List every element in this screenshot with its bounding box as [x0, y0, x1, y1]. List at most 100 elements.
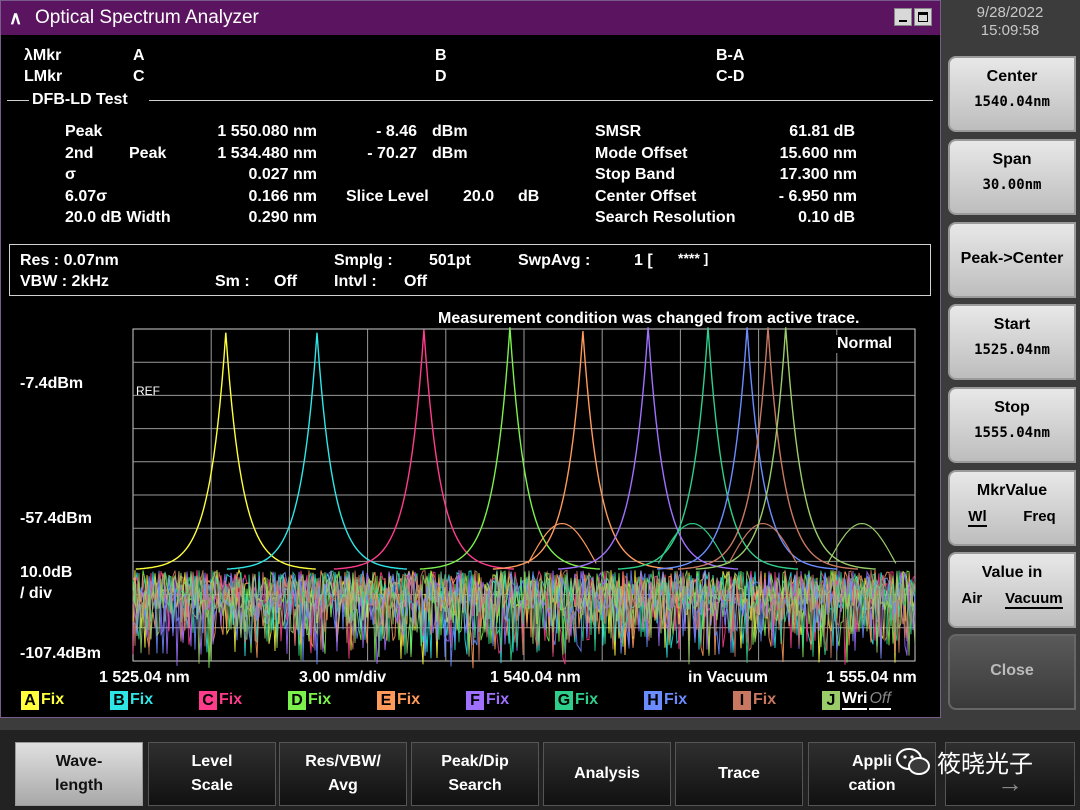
maximize-icon [918, 12, 928, 22]
trace-letter: C [199, 690, 217, 710]
sweep-average-count: **** ] [678, 250, 709, 266]
softkey-line1: Trace [718, 765, 760, 782]
noise-trace-d [132, 570, 916, 668]
display-mode: Normal [835, 335, 895, 353]
width-value: 0.290 nm [248, 209, 317, 226]
peak-level: - 8.46 [376, 123, 417, 140]
center-value: 1540.04nm [974, 94, 1050, 110]
trace-status-off: Off [869, 690, 891, 710]
sigma-label: σ [65, 166, 76, 183]
smsr-label: SMSR [595, 123, 642, 140]
window-title: Optical Spectrum Analyzer [35, 7, 259, 28]
trace-d-toggle[interactable]: D Fix [288, 690, 331, 710]
side-mode-trace-g [657, 522, 727, 564]
x-start-label: 1 525.04 nm [99, 669, 190, 686]
sigma6-label: 6.07σ [65, 188, 108, 205]
side-mode-trace-i [728, 522, 798, 564]
peak-to-center-label: Peak->Center [960, 250, 1064, 267]
trace-e-toggle[interactable]: E Fix [377, 690, 420, 710]
sampling-value: 501pt [429, 252, 471, 269]
peak-to-center-button[interactable]: Peak->Center [948, 222, 1076, 298]
trace-letter: J [822, 690, 840, 710]
value-in-air-option[interactable]: Air [961, 590, 982, 609]
trace-softkey[interactable]: Trace [675, 742, 803, 806]
marker-c: C [133, 68, 145, 85]
softkey-line2: length [55, 777, 103, 794]
stop-band-value: 17.300 nm [779, 166, 857, 183]
res-vbw-avg-softkey[interactable]: Res/VBW/ Avg [279, 742, 407, 806]
close-button[interactable]: Close [948, 634, 1076, 710]
softkey-line2: Search [448, 777, 502, 794]
start-button[interactable]: Start 1525.04nm [948, 304, 1076, 380]
interval-value: Off [404, 273, 428, 290]
trace-peaks [135, 327, 897, 570]
date-time: 9/28/2022 15:09:58 [945, 4, 1075, 40]
trace-b-toggle[interactable]: B Fix [110, 690, 153, 710]
level-marker-label: LMkr [24, 68, 63, 85]
trace-c-toggle[interactable]: C Fix [199, 690, 242, 710]
peak-trace-i [677, 327, 859, 570]
y-bottom-level: -107.4dBm [20, 645, 101, 662]
slice-level-value: 20.0 [463, 188, 495, 205]
slice-level-unit: dB [518, 188, 540, 205]
maximize-button[interactable] [914, 8, 932, 26]
marker-value-wl-option[interactable]: Wl [968, 508, 987, 527]
peak-trace-g [617, 327, 799, 570]
center-offset-label: Center Offset [595, 188, 697, 205]
smoothing-value: Off [274, 273, 298, 290]
search-resolution-value: 0.10 dB [798, 209, 855, 226]
second-peak-wavelength: 1 534.480 nm [217, 145, 317, 162]
trace-status: Fix [308, 691, 332, 708]
wavelength-softkey[interactable]: Wave- length [15, 742, 143, 806]
x-stop-label: 1 555.04 nm [826, 669, 917, 686]
trace-status: Fix [575, 691, 599, 708]
analysis-softkey[interactable]: Analysis [543, 742, 671, 806]
wechat-icon [896, 747, 930, 775]
softkey-line2: Scale [191, 777, 233, 794]
title-bar: ∧ Optical Spectrum Analyzer [1, 1, 940, 35]
trace-status: Fix [486, 691, 510, 708]
minimize-button[interactable] [894, 8, 912, 26]
trace-a-toggle[interactable]: A Fix [21, 690, 64, 710]
center-button[interactable]: Center 1540.04nm [948, 56, 1076, 132]
second-peak-level: - 70.27 [367, 145, 417, 162]
close-label: Close [990, 662, 1034, 679]
spectrum-chart [132, 327, 916, 669]
trace-letter: D [288, 690, 306, 710]
trace-letter: E [377, 690, 395, 710]
noise-trace-a [132, 568, 916, 665]
trace-status: Fix [130, 691, 154, 708]
interval-label: Intvl : [334, 273, 377, 290]
anritsu-logo-icon: ∧ [9, 8, 23, 28]
second-peak-unit: dBm [432, 145, 468, 162]
trace-letter: F [466, 690, 484, 710]
trace-f-toggle[interactable]: F Fix [466, 690, 509, 710]
value-in-vacuum-option[interactable]: Vacuum [1005, 590, 1063, 609]
span-button[interactable]: Span 30.00nm [948, 139, 1076, 215]
trace-g-toggle[interactable]: G Fix [555, 690, 598, 710]
trace-h-toggle[interactable]: H Fix [644, 690, 687, 710]
stop-button[interactable]: Stop 1555.04nm [948, 387, 1076, 463]
trace-status: Wri [842, 690, 868, 710]
level-scale-softkey[interactable]: Level Scale [148, 742, 276, 806]
softkey-line1: Analysis [574, 765, 640, 782]
value-in-button[interactable]: Value in Air Vacuum [948, 552, 1076, 628]
peak-trace-h [657, 327, 838, 570]
stop-label: Stop [994, 399, 1030, 416]
width-label: 20.0 dB Width [65, 209, 171, 226]
peak-trace-f [558, 327, 739, 570]
peak-dip-search-softkey[interactable]: Peak/Dip Search [411, 742, 539, 806]
marker-value-freq-option[interactable]: Freq [1023, 508, 1056, 527]
peak-trace-b [226, 332, 408, 570]
start-label: Start [993, 316, 1031, 333]
marker-value-button[interactable]: MkrValue Wl Freq [948, 470, 1076, 546]
sigma6-value: 0.166 nm [248, 188, 317, 205]
section-divider [149, 100, 933, 101]
peak-trace-d [419, 327, 600, 570]
trace-j-toggle[interactable]: J Wri Off [822, 690, 891, 710]
span-label: Span [992, 151, 1032, 168]
center-label: Center [986, 68, 1038, 85]
marker-c-minus-d: C-D [716, 68, 745, 85]
noise-trace-g [132, 569, 916, 663]
trace-i-toggle[interactable]: I Fix [733, 690, 776, 710]
